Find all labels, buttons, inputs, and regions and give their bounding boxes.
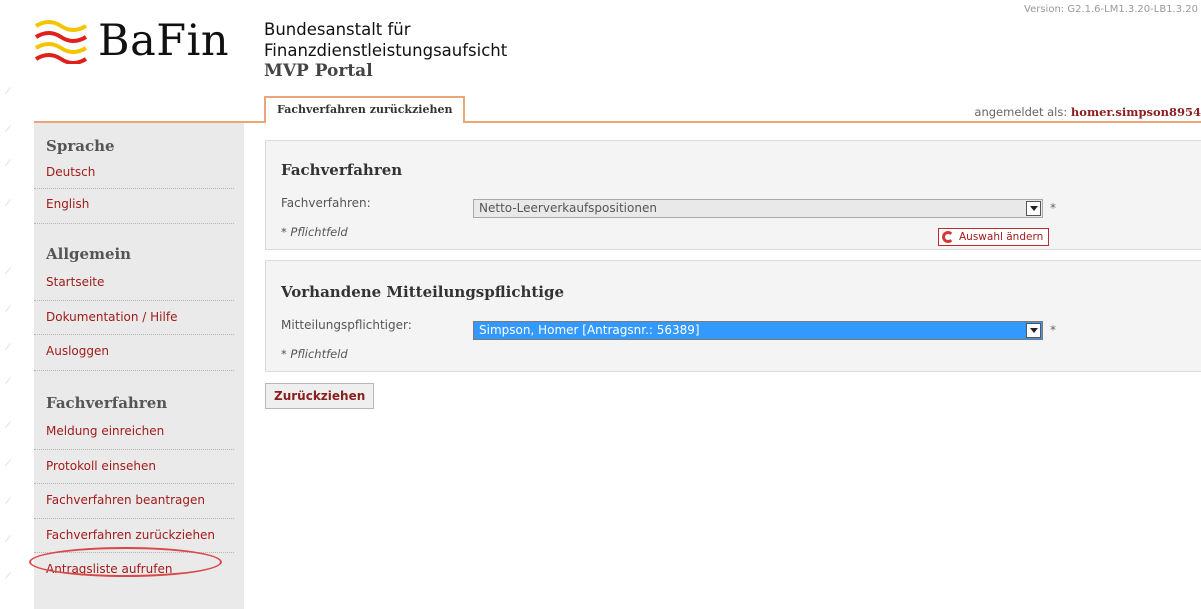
sidebar-item-dokumentation-hilfe[interactable]: Dokumentation / Hilfe — [34, 301, 234, 335]
fachverfahren-panel-title: Fachverfahren — [281, 161, 403, 179]
portal-name: MVP Portal — [264, 61, 373, 81]
logged-in-username: homer.simpson8954 — [1070, 105, 1201, 119]
organization-name-line1: Bundesanstalt für — [264, 20, 411, 39]
fachverfahren-label: Fachverfahren: — [281, 196, 371, 210]
selection-highlight-ellipse — [29, 547, 222, 577]
left-edge-decoration — [4, 60, 16, 600]
tab-bar: Fachverfahren zurückziehen angemeldet al… — [34, 96, 1201, 123]
organization-name: Bundesanstalt für Finanzdienstleistungsa… — [264, 19, 507, 61]
bafin-logo[interactable]: BaFin — [34, 18, 229, 64]
sidebar-item-protokoll-einsehen[interactable]: Protokoll einsehen — [34, 450, 234, 484]
sidebar-item-ausloggen[interactable]: Ausloggen — [34, 335, 234, 371]
logo-text: BaFin — [98, 15, 230, 66]
tab-fachverfahren-zurueckziehen[interactable]: Fachverfahren zurückziehen — [264, 96, 466, 123]
fachverfahren-panel: Fachverfahren Fachverfahren: Netto-Leerv… — [265, 140, 1201, 250]
required-star: * — [1050, 323, 1056, 337]
change-selection-button[interactable]: Auswahl ändern — [938, 228, 1050, 246]
mitteilungspflichtiger-select[interactable]: Simpson, Homer [Antragsnr.: 56389] — [473, 321, 1043, 340]
required-field-note: * Pflichtfeld — [281, 347, 348, 361]
sidebar-heading-sprache: Sprache — [46, 137, 115, 155]
change-selection-label: Auswahl ändern — [959, 231, 1044, 243]
fachverfahren-select[interactable]: Netto-Leerverkaufspositionen — [473, 199, 1043, 218]
sidebar-item-english[interactable]: English — [34, 189, 234, 224]
required-star: * — [1050, 201, 1056, 215]
logged-in-label: angemeldet als: — [974, 105, 1068, 119]
sidebar-heading-fachverfahren: Fachverfahren — [46, 394, 168, 412]
sidebar-item-meldung-einreichen[interactable]: Meldung einreichen — [34, 415, 234, 450]
logged-in-info: angemeldet als: homer.simpson8954 — [974, 105, 1201, 119]
organization-name-line2: Finanzdienstleistungsaufsicht — [264, 41, 508, 60]
version-info: Version: G2.1.6-LM1.3.20-LB1.3.20 — [1024, 4, 1198, 15]
chevron-down-icon[interactable] — [1026, 201, 1041, 216]
mitteilungspflichtige-panel-title: Vorhandene Mitteilungspflichtige — [281, 283, 565, 301]
fachverfahren-select-value: Netto-Leerverkaufspositionen — [479, 201, 657, 215]
refresh-icon — [942, 231, 954, 243]
mitteilungspflichtiger-label: Mitteilungspflichtiger: — [281, 318, 412, 332]
chevron-down-icon[interactable] — [1026, 323, 1041, 338]
sidebar-item-startseite[interactable]: Startseite — [34, 266, 234, 301]
bafin-wave-logo-icon — [34, 20, 88, 64]
sidebar-item-fachverfahren-beantragen[interactable]: Fachverfahren beantragen — [34, 484, 234, 519]
sidebar-heading-allgemein: Allgemein — [46, 245, 132, 263]
required-field-note: * Pflichtfeld — [281, 225, 348, 239]
sidebar-item-deutsch[interactable]: Deutsch — [34, 158, 234, 189]
withdraw-button[interactable]: Zurückziehen — [265, 383, 375, 409]
mitteilungspflichtiger-select-value: Simpson, Homer [Antragsnr.: 56389] — [479, 323, 700, 337]
sidebar: Sprache Deutsch English Allgemein Starts… — [34, 123, 244, 609]
mitteilungspflichtige-panel: Vorhandene Mitteilungspflichtige Mitteil… — [265, 260, 1201, 372]
